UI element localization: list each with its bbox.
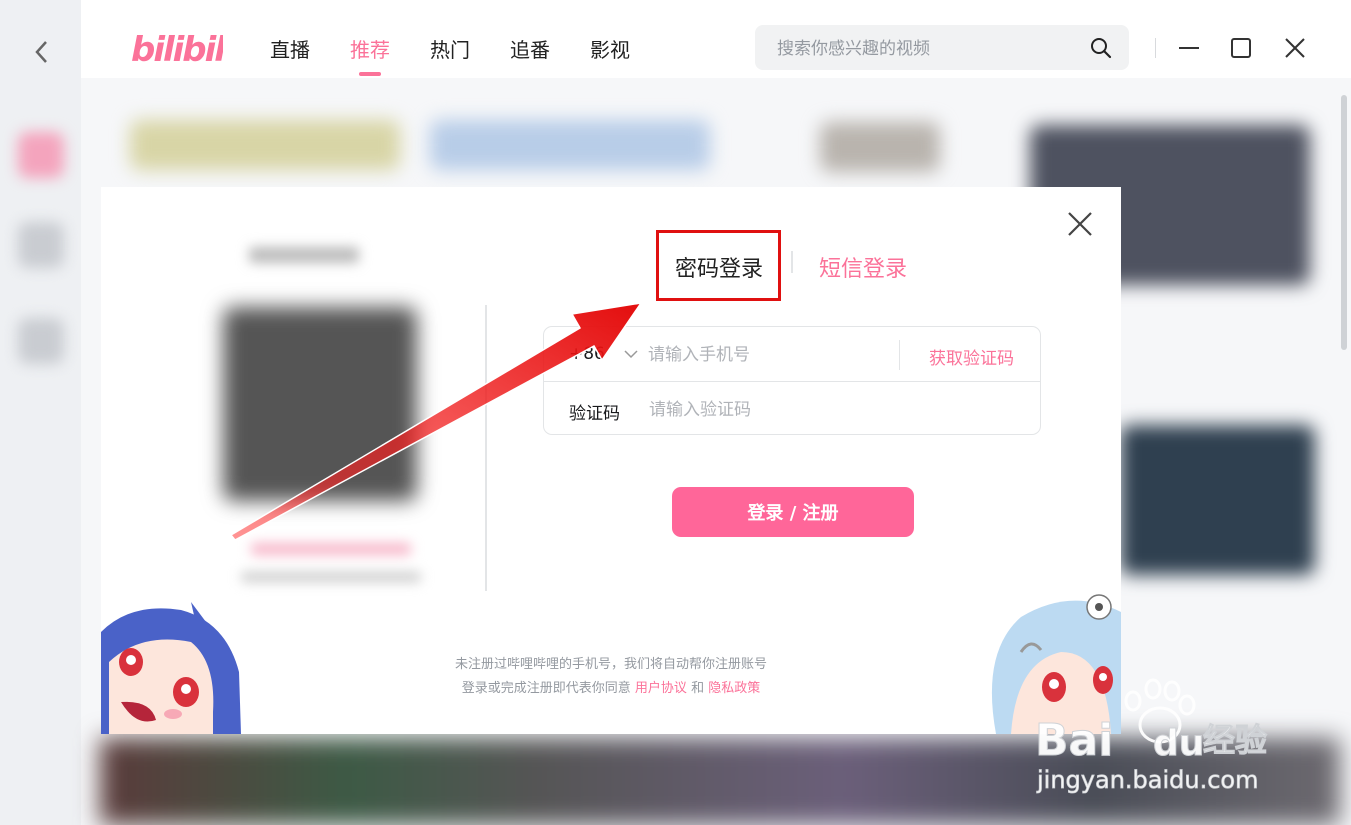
back-arrow-icon[interactable] [30,38,54,66]
scrollbar[interactable] [1341,95,1347,350]
minimize-icon[interactable] [1175,34,1203,62]
notice-line-1: 未注册过哔哩哔哩的手机号，我们将自动帮你注册账号 [454,657,767,672]
get-code-divider [899,340,900,370]
code-label: 验证码 [569,404,620,424]
chevron-down-icon[interactable] [624,349,638,359]
svg-text:bilibili: bilibili [131,30,223,67]
search-input[interactable] [775,25,1079,72]
bilibili-logo[interactable]: bilibili [131,25,223,67]
banner-blurred[interactable] [820,122,940,172]
login-modal: 密码登录 短信登录 +86 获取验证码 验证码 登录 / 注册 未注册过哔哩哔哩… [101,187,1121,734]
baidu-jingyan-watermark: Bai du 经验 jingyan.baidu.com [1035,678,1268,794]
nav-movies[interactable]: 影视 [590,34,670,63]
sidebar-item-blurred[interactable] [18,132,64,178]
video-card-blurred[interactable] [1120,425,1315,575]
annotation-highlight-box [656,230,781,301]
tab-sms-login[interactable]: 短信登录 [819,251,907,283]
qr-code-blurred [223,307,417,501]
notice-and: 和 [691,681,705,696]
qr-hint-blurred [251,543,411,555]
watermark-brand: Bai [1035,715,1113,766]
search-icon[interactable] [1089,36,1113,60]
watermark-brand-2: du [1153,723,1204,764]
watermark-url: jingyan.baidu.com [1036,766,1258,794]
window-controls-divider [1155,38,1156,58]
maximize-icon[interactable] [1227,34,1255,62]
privacy-policy-link[interactable]: 隐私政策 [708,681,760,696]
sidebar [0,0,81,825]
form-row-divider [544,381,1040,382]
notice-line-2: 登录或完成注册即代表你同意 用户协议 和 隐私政策 [331,677,891,701]
nav-live[interactable]: 直播 [270,34,350,63]
nav-popular[interactable]: 热门 [430,34,510,63]
search-box [755,25,1129,72]
get-code-button[interactable]: 获取验证码 [929,344,1014,369]
qr-title-blurred [249,247,359,263]
close-window-icon[interactable] [1281,34,1309,62]
login-register-button[interactable]: 登录 / 注册 [672,487,914,537]
banner-blurred[interactable] [430,120,710,170]
mascot-22-illustration [101,602,241,734]
country-code[interactable]: +86 [569,344,605,364]
sms-login-form: +86 获取验证码 验证码 [543,326,1041,435]
watermark-product: 经验 [1203,721,1267,759]
top-bar: bilibili 直播 推荐 热门 追番 影视 [81,0,1351,78]
phone-input[interactable] [648,341,888,369]
modal-divider [485,305,487,591]
sidebar-item-blurred[interactable] [18,222,64,268]
tab-divider [791,251,793,273]
notice-prefix: 登录或完成注册即代表你同意 [461,681,631,696]
close-icon[interactable] [1066,210,1094,238]
main-nav: 直播 推荐 热门 追番 影视 [270,34,670,76]
qr-hint-blurred [241,572,421,582]
code-input[interactable] [649,396,949,424]
nav-recommend[interactable]: 推荐 [350,34,430,76]
banner-blurred[interactable] [130,120,400,170]
terms-notice: 未注册过哔哩哔哩的手机号，我们将自动帮你注册账号 登录或完成注册即代表你同意 用… [331,653,891,701]
sidebar-item-blurred[interactable] [18,318,64,364]
user-agreement-link[interactable]: 用户协议 [635,681,687,696]
nav-anime[interactable]: 追番 [510,34,590,63]
